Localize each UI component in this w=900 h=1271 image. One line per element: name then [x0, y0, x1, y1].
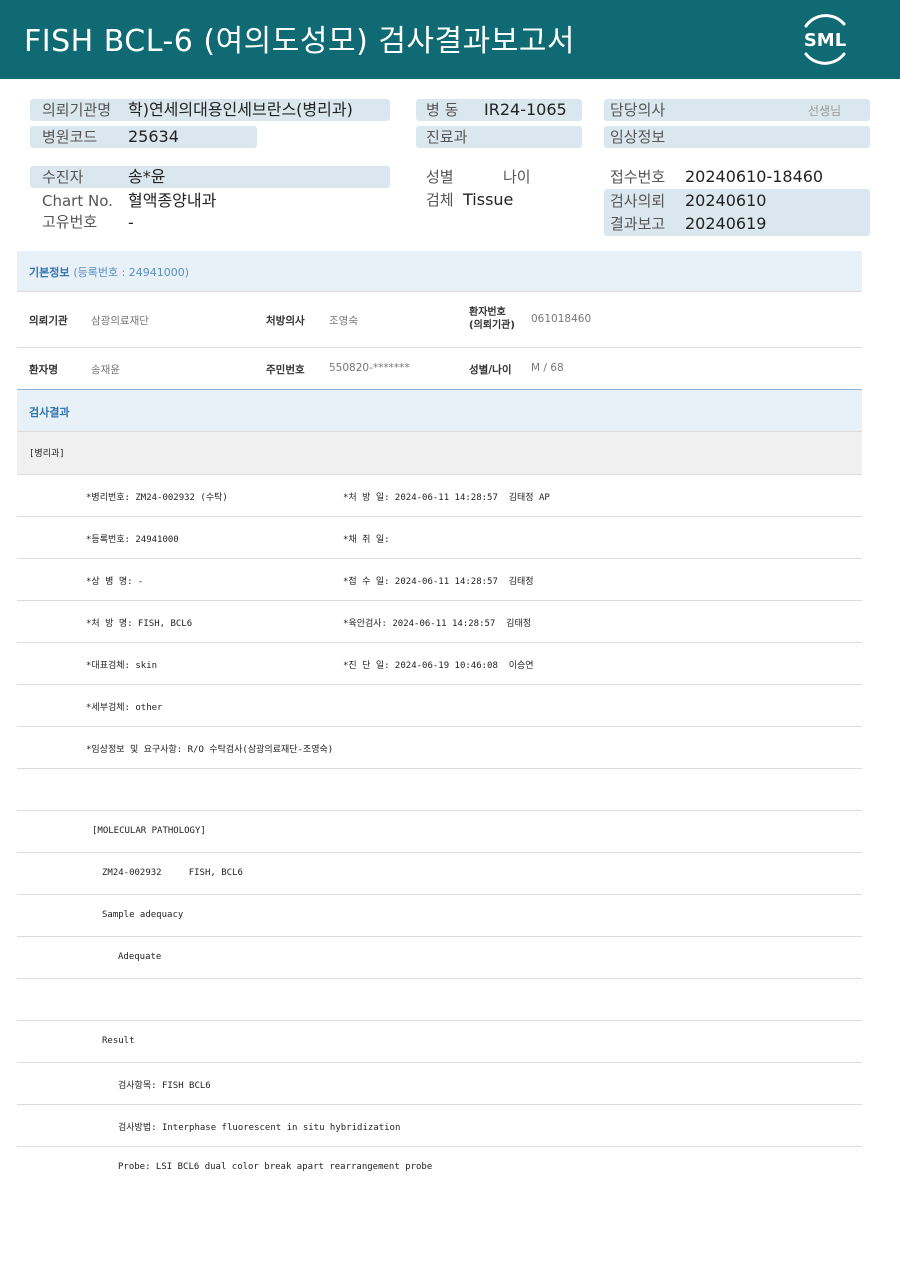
dept-label: 진료과	[426, 128, 468, 146]
divider	[17, 431, 862, 432]
institution-value: 학)연세의대용인세브란스(병리과)	[128, 100, 353, 119]
divider	[17, 347, 862, 348]
bi-rrn-label: 주민번호	[266, 364, 305, 376]
basic-info-title: 기본정보 (등록번호 : 24941000)	[29, 264, 189, 280]
bi-prescriber-value: 조영숙	[329, 315, 358, 327]
reg-no-note: (등록번호 : 24941000)	[73, 266, 190, 279]
request-label: 검사의뢰	[610, 192, 666, 210]
divider	[17, 516, 862, 517]
result-field-right: *접 수 일: 2024-06-11 14:28:57 김태정	[343, 577, 534, 587]
report-line: Sample adequacy	[102, 910, 184, 920]
logo-text: SML	[804, 30, 846, 51]
report-header: FISH BCL-6 (여의도성모) 검사결과보고서 SML	[0, 0, 900, 79]
institution-label: 의뢰기관명	[42, 101, 112, 119]
result-field-left: *상 병 명: -	[86, 577, 144, 587]
report-title: FISH BCL-6 (여의도성모) 검사결과보고서	[24, 24, 576, 59]
bi-rrn-value: 550820-*******	[329, 362, 410, 374]
divider	[17, 558, 862, 559]
report-line: Probe: LSI BCL6 dual color break apart r…	[118, 1162, 433, 1172]
doctor-suffix: 선생님	[808, 104, 842, 118]
bi-patient-name-label: 환자명	[29, 364, 58, 376]
bi-patient-name-value: 송재윤	[91, 364, 120, 376]
hospital-code-label: 병원코드	[42, 128, 98, 146]
divider	[17, 1062, 862, 1063]
results-title: 검사결과	[29, 406, 70, 419]
report-date-label: 결과보고	[610, 215, 666, 233]
report-line: [MOLECULAR PATHOLOGY]	[92, 826, 206, 836]
divider	[17, 1020, 862, 1021]
divider	[17, 1146, 862, 1147]
clinical-info-label: 임상정보	[610, 128, 666, 146]
specimen-value: Tissue	[463, 190, 514, 209]
bi-sex-age-label: 성별/나이	[469, 364, 512, 376]
patient-field	[30, 166, 390, 188]
result-field-left: *대표검체: skin	[86, 661, 158, 671]
sml-logo: SML	[804, 14, 846, 65]
basic-info-title-text: 기본정보	[29, 266, 70, 279]
basic-info-header: 기본정보 (등록번호 : 24941000)	[17, 251, 862, 291]
result-field-left: *병리번호: ZM24-002932 (수탁)	[86, 493, 228, 503]
doctor-label: 담당의사	[610, 101, 666, 119]
divider	[17, 978, 862, 979]
bi-patient-no-label-1: 환자번호	[469, 307, 506, 318]
divider	[17, 600, 862, 601]
patient-value: 송*윤	[128, 167, 166, 186]
report-date-value: 20240619	[685, 214, 767, 233]
result-field-left: *임상정보 및 요구사항: R/O 수탁검사(삼광의료재단-조영숙)	[86, 745, 334, 755]
sex-label: 성별	[426, 168, 454, 186]
divider	[17, 684, 862, 685]
divider	[17, 936, 862, 937]
bi-patient-no-label-2: (의뢰기관)	[469, 320, 515, 331]
unique-no-value: -	[128, 213, 134, 232]
divider	[17, 894, 862, 895]
unique-no-label: 고유번호	[42, 213, 98, 231]
bi-patient-no-label: 환자번호 (의뢰기관)	[469, 306, 515, 332]
result-field-right: *채 취 일:	[343, 535, 390, 545]
ward-label: 병 동	[426, 101, 459, 119]
dept-tag-band: [병리과]	[17, 432, 862, 474]
bi-institution-value: 삼광의료재단	[91, 315, 149, 327]
hospital-code-value: 25634	[128, 127, 179, 146]
dept-tag: [병리과]	[29, 449, 65, 459]
divider	[17, 642, 862, 643]
report-line: ZM24-002932 FISH, BCL6	[102, 868, 243, 878]
bi-sex-age-value: M / 68	[531, 362, 564, 374]
results-header: 검사결과	[17, 390, 862, 431]
result-field-left: *처 방 명: FISH, BCL6	[86, 619, 193, 629]
divider	[17, 1104, 862, 1105]
report-line: 검사방법: Interphase fluorescent in situ hyb…	[118, 1123, 401, 1133]
divider	[17, 474, 862, 475]
result-field-right: *육안검사: 2024-06-11 14:28:57 김태정	[343, 619, 532, 629]
specimen-label: 검체	[426, 191, 454, 209]
bi-institution-label: 의뢰기관	[29, 315, 68, 327]
result-field-right: *처 방 일: 2024-06-11 14:28:57 김태정 AP	[343, 493, 550, 503]
divider	[17, 726, 862, 727]
age-label: 나이	[503, 168, 531, 186]
divider	[17, 852, 862, 853]
divider	[17, 810, 862, 811]
divider	[17, 291, 862, 292]
ward-value: IR24-1065	[484, 100, 567, 119]
report-line: Result	[102, 1036, 135, 1046]
chart-value: 혈액종양내과	[128, 191, 217, 210]
chart-label: Chart No.	[42, 192, 113, 210]
receipt-no-value: 20240610-18460	[685, 167, 824, 186]
patient-label: 수진자	[42, 168, 84, 186]
divider	[17, 768, 862, 769]
report-line: Adequate	[118, 952, 162, 962]
bi-patient-no-value: 061018460	[531, 313, 592, 325]
request-value: 20240610	[685, 191, 767, 210]
result-field-left: *등록번호: 24941000	[86, 535, 179, 545]
bi-prescriber-label: 처방의사	[266, 315, 305, 327]
receipt-no-label: 접수번호	[610, 168, 666, 186]
report-line: 검사항목: FISH BCL6	[118, 1081, 211, 1091]
result-field-left: *세부검체: other	[86, 703, 163, 713]
result-field-right: *진 단 일: 2024-06-19 10:46:08 이승연	[343, 661, 534, 671]
